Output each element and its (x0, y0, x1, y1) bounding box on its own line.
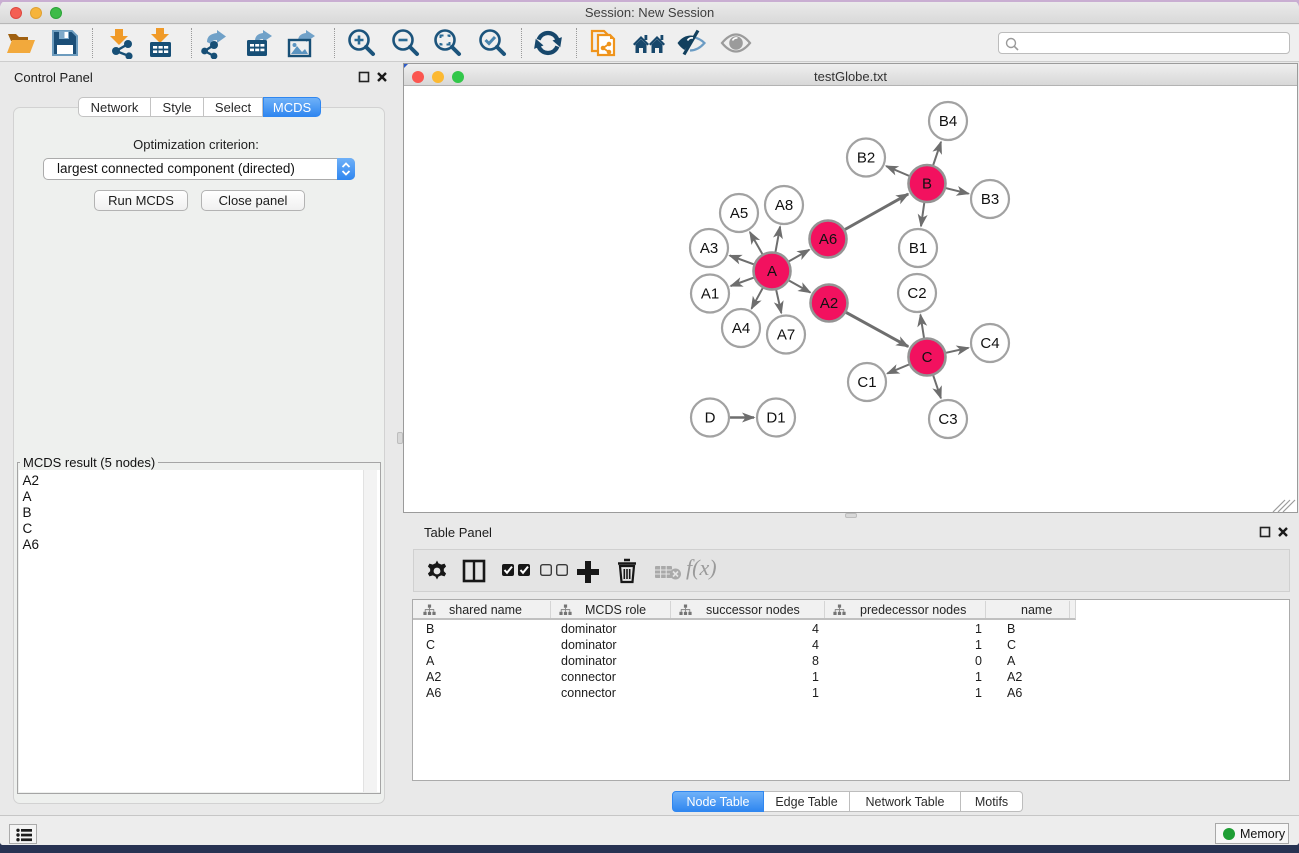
svg-text:A1: A1 (701, 286, 719, 303)
svg-text:D: D (705, 410, 716, 427)
svg-text:A2: A2 (820, 295, 838, 312)
svg-text:C3: C3 (938, 411, 957, 428)
svg-text:B: B (922, 176, 932, 193)
svg-text:B1: B1 (909, 240, 927, 257)
svg-text:A: A (767, 263, 777, 280)
svg-text:D1: D1 (766, 410, 785, 427)
svg-text:A6: A6 (819, 231, 837, 248)
svg-text:A5: A5 (730, 205, 748, 222)
svg-text:B2: B2 (857, 150, 875, 167)
svg-text:C2: C2 (907, 285, 926, 302)
svg-text:A7: A7 (777, 327, 795, 344)
svg-text:C1: C1 (857, 374, 876, 391)
svg-text:C: C (922, 349, 933, 366)
svg-text:A3: A3 (700, 240, 718, 257)
svg-text:A4: A4 (732, 320, 750, 337)
svg-text:A8: A8 (775, 197, 793, 214)
svg-text:B4: B4 (939, 113, 957, 130)
svg-text:B3: B3 (981, 191, 999, 208)
svg-text:C4: C4 (980, 335, 999, 352)
